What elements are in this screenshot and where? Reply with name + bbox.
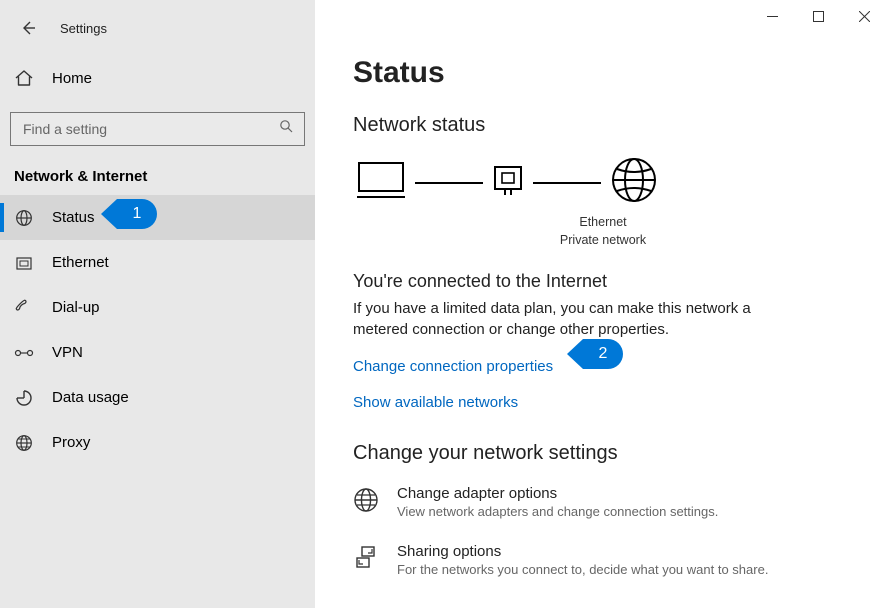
globe-icon xyxy=(14,209,34,227)
back-button[interactable] xyxy=(10,10,46,46)
sidebar-item-label: Data usage xyxy=(52,389,129,406)
phone-icon xyxy=(14,299,34,317)
change-settings-header: Change your network settings xyxy=(353,442,849,465)
home-icon xyxy=(14,68,34,88)
home-label: Home xyxy=(52,70,92,87)
network-status-header: Network status xyxy=(353,114,849,137)
sidebar-item-label: Proxy xyxy=(52,434,90,451)
proxy-icon xyxy=(14,434,34,452)
diagram-caption: Ethernet Private network xyxy=(453,214,753,249)
sidebar-item-label: VPN xyxy=(52,344,83,361)
sidebar-item-dialup[interactable]: Dial-up xyxy=(0,285,315,330)
section-header: Network & Internet xyxy=(14,168,315,185)
sidebar-item-label: Ethernet xyxy=(52,254,109,271)
home-nav[interactable]: Home xyxy=(0,56,315,100)
diagram-caption-line2: Private network xyxy=(453,232,753,250)
connection-line xyxy=(533,182,601,184)
sidebar-item-ethernet[interactable]: Ethernet xyxy=(0,240,315,285)
main-panel: Status Network status Ethernet Private n… xyxy=(315,0,887,608)
ethernet-icon xyxy=(14,254,34,272)
sidebar: Settings Home Network & Internet Status xyxy=(0,0,315,608)
sidebar-item-data-usage[interactable]: Data usage xyxy=(0,375,315,420)
close-button[interactable] xyxy=(841,0,887,32)
sidebar-item-label: Status xyxy=(52,209,95,226)
vpn-icon xyxy=(14,344,34,362)
callout-1: 1 xyxy=(117,199,157,229)
sidebar-item-proxy[interactable]: Proxy xyxy=(0,420,315,465)
option-desc: View network adapters and change connect… xyxy=(397,504,718,519)
change-adapter-options[interactable]: Change adapter options View network adap… xyxy=(353,485,849,519)
callout-2: 2 xyxy=(583,339,623,369)
diagram-caption-line1: Ethernet xyxy=(453,214,753,232)
connected-title: You're connected to the Internet xyxy=(353,271,849,292)
network-diagram xyxy=(355,155,849,210)
connection-line xyxy=(415,182,483,184)
adapter-options-icon xyxy=(353,500,379,517)
show-available-networks-link[interactable]: Show available networks xyxy=(353,394,518,411)
option-title: Sharing options xyxy=(397,543,768,560)
connected-body: If you have a limited data plan, you can… xyxy=(353,298,793,340)
minimize-button[interactable] xyxy=(749,0,795,32)
sidebar-item-status[interactable]: Status xyxy=(0,195,315,240)
search-icon xyxy=(279,119,294,139)
sharing-options[interactable]: Sharing options For the networks you con… xyxy=(353,543,849,577)
search-input[interactable] xyxy=(21,120,279,138)
page-title: Status xyxy=(353,56,849,90)
sidebar-item-vpn[interactable]: VPN xyxy=(0,330,315,375)
maximize-button[interactable] xyxy=(795,0,841,32)
adapter-icon xyxy=(491,161,525,204)
globe-large-icon xyxy=(609,155,659,210)
search-box[interactable] xyxy=(10,112,305,146)
sidebar-item-label: Dial-up xyxy=(52,299,100,316)
change-connection-properties-link[interactable]: Change connection properties xyxy=(353,358,553,375)
window-title: Settings xyxy=(60,21,107,36)
computer-icon xyxy=(355,159,407,206)
data-usage-icon xyxy=(14,389,34,407)
option-title: Change adapter options xyxy=(397,485,718,502)
option-desc: For the networks you connect to, decide … xyxy=(397,562,768,577)
sharing-options-icon xyxy=(353,558,379,575)
